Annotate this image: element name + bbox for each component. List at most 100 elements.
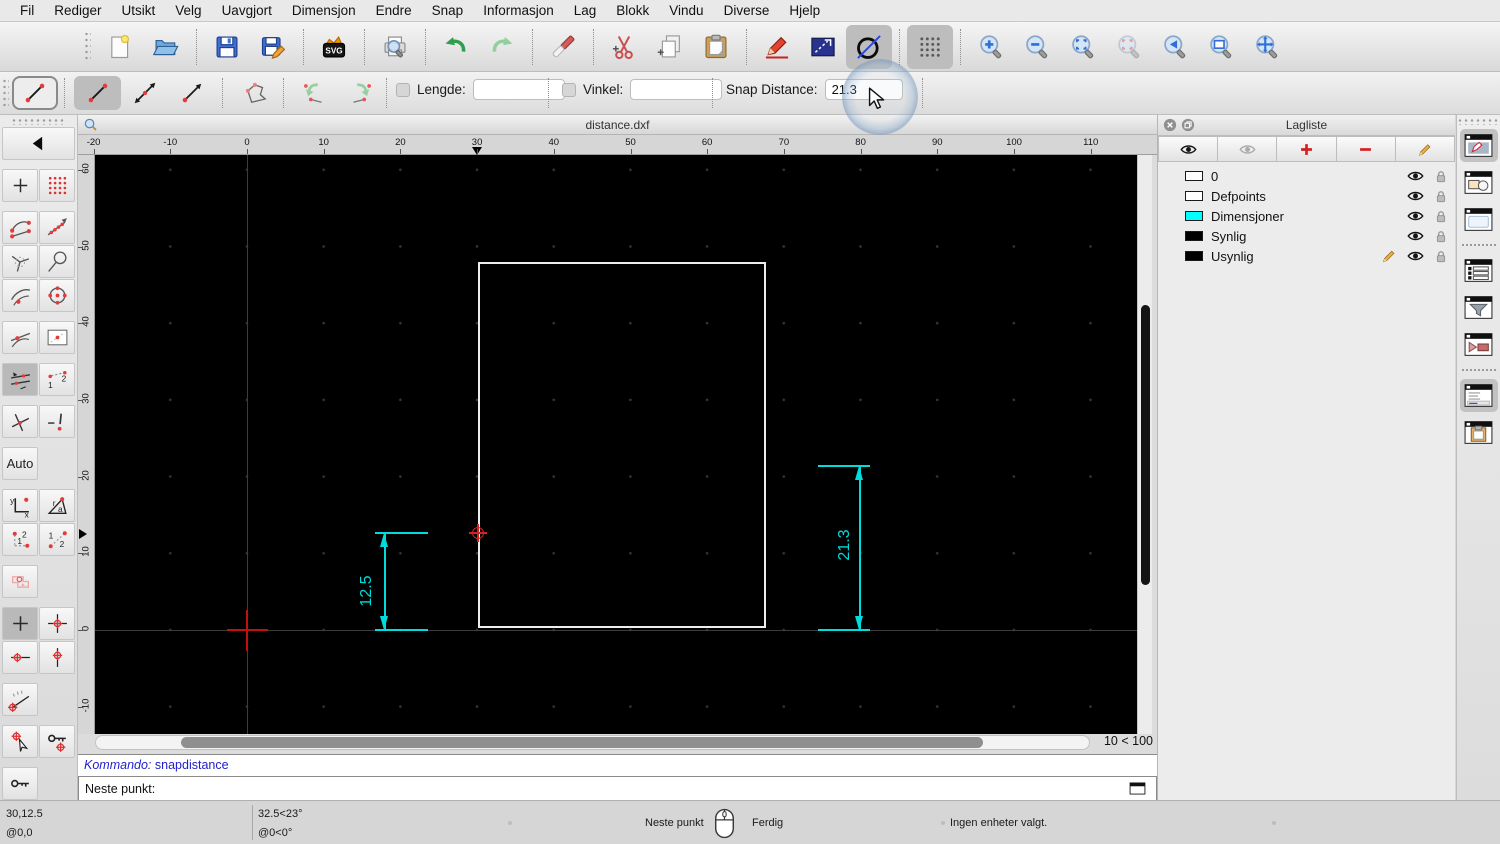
lengde-input[interactable] <box>472 79 565 100</box>
restrict-free-button[interactable] <box>2 607 38 640</box>
layer-row[interactable]: 0 <box>1158 166 1455 186</box>
zoom-in-button[interactable] <box>968 25 1014 69</box>
layer-row[interactable]: Defpoints <box>1158 186 1455 206</box>
layer-color-swatch[interactable] <box>1185 231 1203 241</box>
menu-diverse[interactable]: Diverse <box>714 0 780 22</box>
menu-lag[interactable]: Lag <box>564 0 607 22</box>
dock-command-button[interactable] <box>1459 379 1498 412</box>
menu-velg[interactable]: Velg <box>165 0 211 22</box>
redo-button[interactable] <box>479 25 525 69</box>
snap-intersection-button[interactable] <box>39 279 75 312</box>
toolbar-handle[interactable] <box>2 78 9 108</box>
eye-icon[interactable] <box>1407 170 1424 182</box>
snap-crossing-button[interactable] <box>2 405 38 438</box>
zoom-select-button[interactable] <box>1106 25 1152 69</box>
snap-free-button[interactable] <box>2 169 38 202</box>
show-all-layers-button[interactable] <box>1158 136 1219 162</box>
lock-icon[interactable] <box>1435 229 1447 244</box>
eye-icon[interactable] <box>1407 230 1424 242</box>
dock-entity-list-button[interactable] <box>1460 254 1498 287</box>
snap-endpoints-button[interactable] <box>2 211 38 244</box>
add-layer-button[interactable] <box>1277 136 1337 162</box>
export-svg-button[interactable]: SVG <box>311 25 357 69</box>
layer-color-swatch[interactable] <box>1185 251 1203 261</box>
snap-reference-button[interactable] <box>2 565 38 598</box>
cut-button[interactable] <box>601 25 647 69</box>
new-file-button[interactable] <box>97 25 143 69</box>
polygon-freehand-button[interactable] <box>232 76 279 110</box>
save-button[interactable] <box>204 25 250 69</box>
coord-polar-button[interactable]: ra <box>39 489 75 522</box>
eye-icon[interactable] <box>1407 190 1424 202</box>
snap-on-entity-button[interactable] <box>39 211 75 244</box>
dock-handle[interactable] <box>10 118 67 125</box>
layer-row[interactable]: Dimensjoner <box>1158 206 1455 226</box>
grid-toggle-button[interactable] <box>907 24 953 69</box>
snap-grid-button[interactable] <box>39 169 75 202</box>
drawing-titlebar[interactable]: distance.dxf <box>78 115 1157 135</box>
menu-snap[interactable]: Snap <box>422 0 474 22</box>
dock-block-list-button[interactable] <box>1460 166 1498 199</box>
hide-all-layers-button[interactable] <box>1218 136 1278 162</box>
copy-button[interactable] <box>647 25 693 69</box>
vertical-scrollbar-thumb[interactable] <box>1141 305 1150 585</box>
menu-utsikt[interactable]: Utsikt <box>112 0 166 22</box>
rel-cartesian-button[interactable]: 12 <box>2 523 38 556</box>
snap-middle-button[interactable] <box>39 245 75 278</box>
line-tool-current-button[interactable] <box>12 76 58 110</box>
vinkel-input[interactable] <box>630 79 723 100</box>
dock-library-button[interactable] <box>1460 203 1498 236</box>
dock-clipboard-button[interactable] <box>1460 416 1498 449</box>
line-angle-button[interactable] <box>121 76 168 110</box>
horizontal-scrollbar[interactable] <box>95 735 1090 750</box>
layer-color-swatch[interactable] <box>1185 211 1203 221</box>
horizontal-scrollbar-thumb[interactable] <box>181 737 983 748</box>
dock-projection-button[interactable] <box>1460 328 1498 361</box>
snap-exclusive-button[interactable] <box>2 363 38 396</box>
draft-mode-button[interactable] <box>846 24 892 69</box>
layer-row[interactable]: Usynlig <box>1158 246 1455 266</box>
zoom-out-button[interactable] <box>1014 25 1060 69</box>
snap-distance-button[interactable] <box>2 279 38 312</box>
menu-vindu[interactable]: Vindu <box>659 0 713 22</box>
menu-dimensjon[interactable]: Dimensjon <box>282 0 366 22</box>
close-panel-button[interactable] <box>1163 118 1177 132</box>
zoom-previous-button[interactable] <box>1152 25 1198 69</box>
menu-uavgjort[interactable]: Uavgjort <box>212 0 282 22</box>
delete-eraser-button[interactable] <box>540 25 586 69</box>
pen-attributes-button[interactable] <box>754 25 800 69</box>
command-dock-button[interactable] <box>1127 780 1147 796</box>
auto-button[interactable]: Auto <box>2 447 38 480</box>
open-file-button[interactable] <box>143 25 189 69</box>
rectangle-entity[interactable] <box>478 262 766 628</box>
polyline-undo-button[interactable] <box>290 76 337 110</box>
lengde-checkbox[interactable] <box>396 82 410 97</box>
layer-panel-titlebar[interactable]: Lagliste <box>1158 115 1455 136</box>
restrict-orthogonal-button[interactable] <box>39 607 75 640</box>
lock-icon[interactable] <box>1435 209 1447 224</box>
save-as-button[interactable] <box>250 25 296 69</box>
menu-hjelp[interactable]: Hjelp <box>779 0 830 22</box>
snap-manual-1-2-button[interactable]: 12 <box>39 363 75 396</box>
dimension-line[interactable] <box>859 466 861 630</box>
print-preview-button[interactable] <box>372 25 418 69</box>
snap-tangent-button[interactable] <box>2 321 38 354</box>
layer-color-swatch[interactable] <box>1185 191 1203 201</box>
float-panel-button[interactable] <box>1181 118 1195 132</box>
back-button[interactable] <box>2 127 75 160</box>
vinkel-checkbox[interactable] <box>562 82 576 97</box>
menu-rediger[interactable]: Rediger <box>44 0 111 22</box>
order-selection-button[interactable] <box>800 25 846 69</box>
command-input[interactable]: Neste punkt: <box>78 776 1157 802</box>
eye-icon[interactable] <box>1407 250 1424 262</box>
set-relative-zero-button[interactable] <box>2 725 38 758</box>
menu-fil[interactable]: Fil <box>10 0 44 22</box>
lock-icon[interactable] <box>1435 249 1447 264</box>
lock-icon[interactable] <box>1435 189 1447 204</box>
snap-distance-input[interactable]: 21.3 <box>824 79 903 100</box>
angle-meter-button[interactable] <box>2 683 38 716</box>
restrict-horizontal-button[interactable] <box>2 641 38 674</box>
unlock-relative-zero-button[interactable] <box>2 767 38 800</box>
dock-handle[interactable] <box>1457 118 1500 125</box>
undo-button[interactable] <box>433 25 479 69</box>
